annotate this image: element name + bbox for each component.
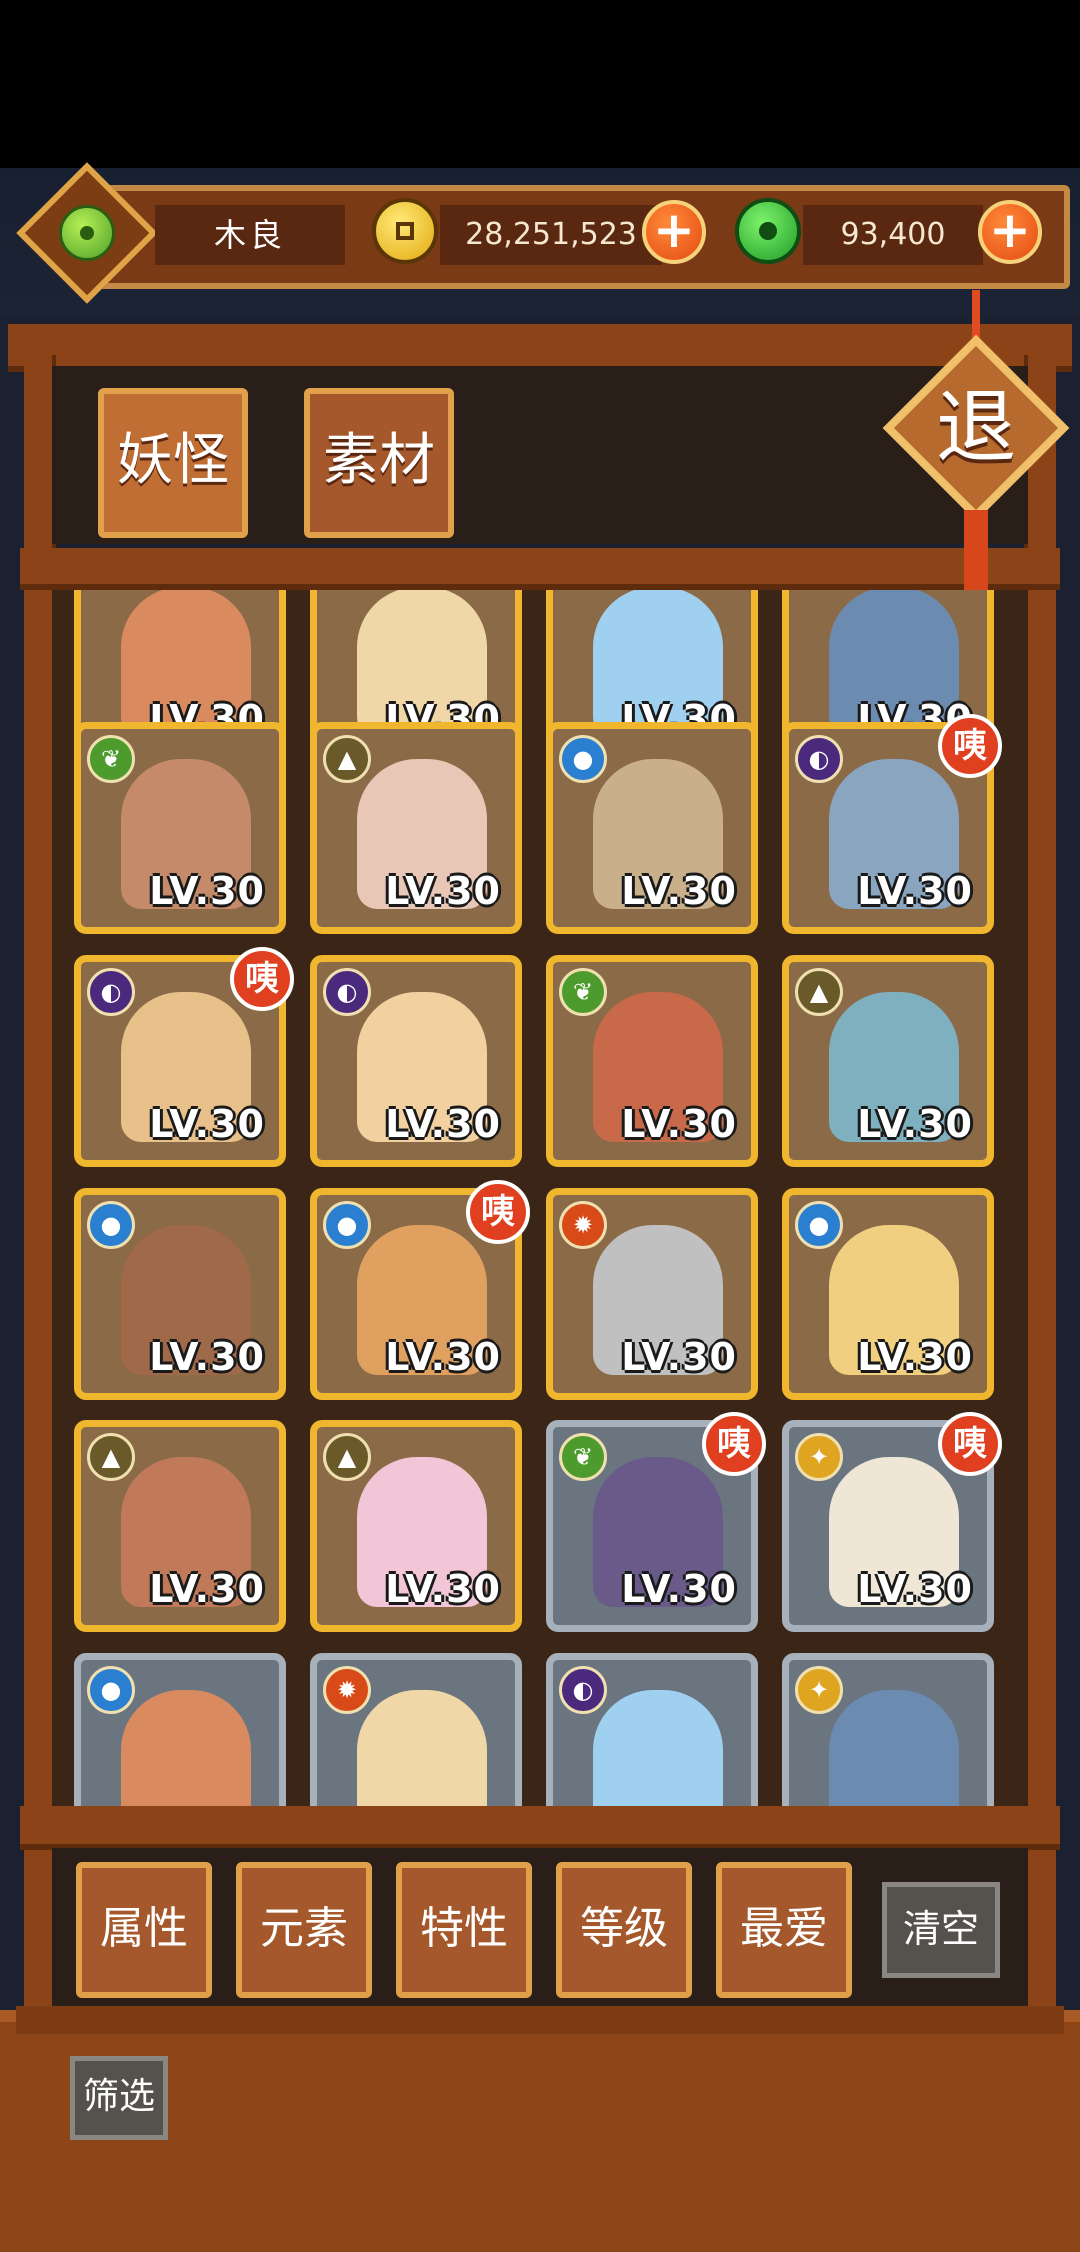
level-label: LV.30 — [149, 869, 265, 913]
level-label: LV.30 — [857, 869, 973, 913]
monster-card[interactable]: ❦ LV.30 — [546, 955, 758, 1167]
light-element-icon: ✦ — [795, 1433, 843, 1481]
dark-element-icon: ◐ — [795, 735, 843, 783]
level-label: LV.30 — [385, 1567, 501, 1611]
new-badge: 咦 — [230, 947, 294, 1011]
add-gold-button[interactable]: + — [642, 200, 706, 264]
monster-portrait — [829, 1690, 959, 1810]
monster-card[interactable]: ● LV.30 — [74, 1188, 286, 1400]
exit-button[interactable]: 退 — [880, 290, 1070, 630]
dark-element-icon: ◐ — [323, 968, 371, 1016]
monster-card[interactable]: ▲ LV.30 — [310, 1420, 522, 1632]
monster-card[interactable]: ✹ — [310, 1653, 522, 1810]
screen-button[interactable]: 筛选 — [70, 2056, 168, 2140]
gold-amount: 28,251,523 — [440, 205, 662, 265]
water-element-icon: ● — [559, 735, 607, 783]
new-badge: 咦 — [938, 714, 1002, 778]
exit-label: 退 — [936, 381, 1016, 474]
new-badge: 咦 — [466, 1180, 530, 1244]
monster-portrait — [593, 1690, 723, 1810]
level-label: LV.30 — [385, 1102, 501, 1146]
level-label: LV.30 — [385, 869, 501, 913]
add-jade-button[interactable]: + — [978, 200, 1042, 264]
monster-portrait — [357, 1690, 487, 1810]
gold-coin-icon — [372, 198, 438, 264]
filter-element-button[interactable]: 元素 — [236, 1862, 372, 1998]
filter-attribute-button[interactable]: 属性 — [76, 1862, 212, 1998]
wood-element-icon: ❦ — [87, 735, 135, 783]
tab-materials[interactable]: 素材 — [304, 388, 454, 538]
earth-element-icon: ▲ — [323, 1433, 371, 1481]
filter-favorite-button[interactable]: 最爱 — [716, 1862, 852, 1998]
level-label: LV.30 — [385, 1335, 501, 1379]
new-badge: 咦 — [702, 1412, 766, 1476]
dark-element-icon: ◐ — [559, 1666, 607, 1714]
monster-grid[interactable]: LV.30 LV.30 LV.30 LV.30 ❦ LV.30 ▲ LV.30 ● LV.30 ◐ L… — [52, 590, 1028, 1810]
fire-element-icon: ✹ — [559, 1201, 607, 1249]
level-label: LV.30 — [621, 869, 737, 913]
monster-card[interactable]: ◐ LV.30 — [310, 955, 522, 1167]
wood-element-icon: ❦ — [559, 968, 607, 1016]
water-element-icon: ● — [87, 1666, 135, 1714]
monster-card[interactable]: ❦ LV.30 — [74, 722, 286, 934]
level-label: LV.30 — [857, 1567, 973, 1611]
filter-level-button[interactable]: 等级 — [556, 1862, 692, 1998]
frame-low-beam — [20, 1806, 1060, 1850]
level-label: LV.30 — [857, 1102, 973, 1146]
jade-coin-icon — [735, 198, 801, 264]
monster-card[interactable]: ▲ LV.30 — [310, 722, 522, 934]
new-badge: 咦 — [938, 1412, 1002, 1476]
monster-card[interactable]: ✹ LV.30 — [546, 1188, 758, 1400]
fire-element-icon: ✹ — [323, 1666, 371, 1714]
filter-trait-button[interactable]: 特性 — [396, 1862, 532, 1998]
earth-element-icon: ▲ — [795, 968, 843, 1016]
wood-element-icon: ❦ — [559, 1433, 607, 1481]
water-element-icon: ● — [87, 1201, 135, 1249]
level-label: LV.30 — [621, 1567, 737, 1611]
player-name: 木良 — [155, 205, 345, 265]
monster-card[interactable]: ● LV.30 — [546, 722, 758, 934]
level-label: LV.30 — [149, 1335, 265, 1379]
monster-card[interactable]: ▲ LV.30 — [782, 955, 994, 1167]
level-label: LV.30 — [621, 1335, 737, 1379]
earth-element-icon: ▲ — [87, 1433, 135, 1481]
player-emblem[interactable] — [14, 160, 160, 306]
jade-coin-icon — [59, 205, 115, 261]
level-label: LV.30 — [621, 1102, 737, 1146]
level-label: LV.30 — [149, 1567, 265, 1611]
monster-card[interactable]: ✦ — [782, 1653, 994, 1810]
monster-card[interactable]: ● LV.30 — [782, 1188, 994, 1400]
water-element-icon: ● — [323, 1201, 371, 1249]
light-element-icon: ✦ — [795, 1666, 843, 1714]
monster-card[interactable]: ● — [74, 1653, 286, 1810]
level-label: LV.30 — [149, 1102, 265, 1146]
level-label: LV.30 — [857, 1335, 973, 1379]
monster-card[interactable]: ◐ — [546, 1653, 758, 1810]
clear-button[interactable]: 清空 — [882, 1882, 1000, 1978]
floor-beam — [16, 2006, 1064, 2034]
monster-card[interactable]: ▲ LV.30 — [74, 1420, 286, 1632]
dark-element-icon: ◐ — [87, 968, 135, 1016]
water-element-icon: ● — [795, 1201, 843, 1249]
monster-portrait — [121, 1690, 251, 1810]
tab-monsters[interactable]: 妖怪 — [98, 388, 248, 538]
jade-amount: 93,400 — [803, 205, 983, 265]
earth-element-icon: ▲ — [323, 735, 371, 783]
